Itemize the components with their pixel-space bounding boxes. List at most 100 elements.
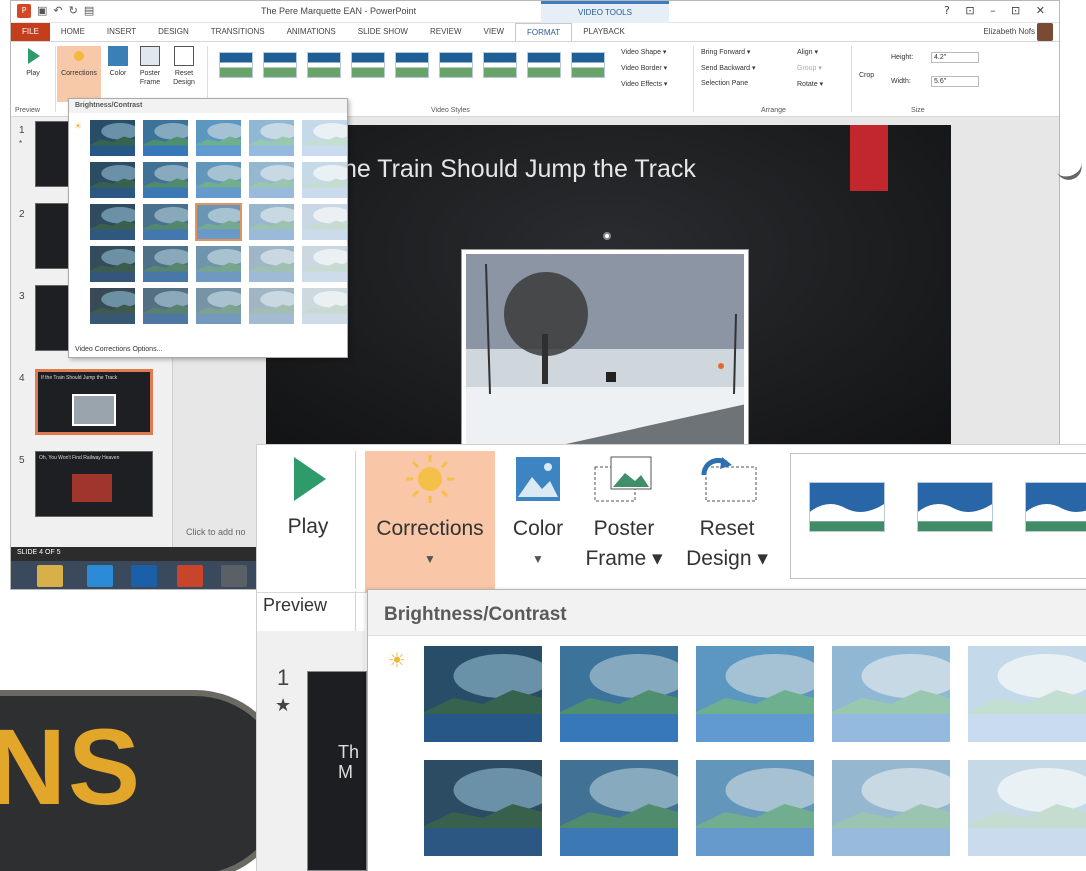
tab-review[interactable]: REVIEW xyxy=(419,23,473,41)
brightness-contrast-option[interactable] xyxy=(89,119,136,157)
zoom-brightness-contrast-option[interactable] xyxy=(560,646,678,742)
brightness-contrast-option[interactable] xyxy=(248,203,295,241)
zoom-reset-design-button[interactable]: Reset Design ▾ xyxy=(677,453,777,574)
brightness-contrast-option[interactable] xyxy=(142,119,189,157)
zoom-brightness-contrast-option[interactable] xyxy=(696,760,814,856)
zoom-corrections-button[interactable]: Corrections ▼ xyxy=(365,453,495,574)
brightness-contrast-option[interactable] xyxy=(248,245,295,283)
tab-view[interactable]: VIEW xyxy=(473,23,515,41)
corrections-button[interactable]: Corrections xyxy=(57,46,101,102)
brightness-contrast-option[interactable] xyxy=(89,203,136,241)
undo-icon[interactable]: ↶ xyxy=(53,4,62,18)
zoom-poster-frame-button[interactable]: Poster Frame ▾ xyxy=(579,453,669,574)
start-from-beginning-icon[interactable]: ▤ xyxy=(84,4,94,18)
zoom-brightness-contrast-option[interactable] xyxy=(560,760,678,856)
play-button[interactable]: Play xyxy=(15,46,51,78)
tab-format[interactable]: FORMAT xyxy=(515,23,573,41)
tab-insert[interactable]: INSERT xyxy=(96,23,147,41)
zoom-brightness-contrast-option[interactable] xyxy=(424,646,542,742)
zoom-video-style-1[interactable] xyxy=(809,482,885,532)
width-field[interactable]: 5.6" xyxy=(931,76,979,87)
zoom-brightness-contrast-option[interactable] xyxy=(696,646,814,742)
brightness-contrast-option[interactable] xyxy=(301,161,348,199)
brightness-contrast-option[interactable] xyxy=(195,245,242,283)
zoom-brightness-contrast-option[interactable] xyxy=(968,646,1086,742)
redo-icon[interactable]: ↻ xyxy=(69,4,78,18)
zoom-brightness-contrast-option[interactable] xyxy=(968,760,1086,856)
tab-animations[interactable]: ANIMATIONS xyxy=(276,23,347,41)
brightness-contrast-option[interactable] xyxy=(195,119,242,157)
poster-frame-button[interactable]: Poster Frame xyxy=(135,46,165,87)
brightness-contrast-option[interactable] xyxy=(142,203,189,241)
align-button[interactable]: Align ▾ xyxy=(797,48,818,56)
send-backward-button[interactable]: Send Backward ▾ xyxy=(701,64,756,72)
group-button[interactable]: Group ▾ xyxy=(797,64,822,72)
brightness-contrast-option[interactable] xyxy=(195,203,242,241)
tab-design[interactable]: DESIGN xyxy=(147,23,200,41)
brightness-contrast-option[interactable] xyxy=(195,287,242,325)
brightness-contrast-option[interactable] xyxy=(248,119,295,157)
internet-explorer-icon[interactable] xyxy=(87,565,113,587)
tab-playback[interactable]: PLAYBACK xyxy=(572,23,636,41)
zoom-brightness-contrast-option[interactable] xyxy=(832,646,950,742)
sun-icon xyxy=(69,46,89,66)
rotate-handle-icon[interactable] xyxy=(603,232,611,240)
zoom-brightness-contrast-option[interactable] xyxy=(832,760,950,856)
video-style-4[interactable] xyxy=(351,52,385,78)
video-shape-button[interactable]: Video Shape ▾ xyxy=(621,48,666,56)
brightness-contrast-option[interactable] xyxy=(301,287,348,325)
zoom-slide-thumbnail-1[interactable]: Th M xyxy=(307,671,367,871)
tab-transitions[interactable]: TRANSITIONS xyxy=(200,23,276,41)
height-field[interactable]: 4.2" xyxy=(931,52,979,63)
brightness-contrast-option[interactable] xyxy=(301,119,348,157)
zoom-brightness-contrast-option[interactable] xyxy=(424,760,542,856)
slide-title[interactable]: the Train Should Jump the Track xyxy=(336,155,696,184)
brightness-contrast-option[interactable] xyxy=(142,161,189,199)
brightness-contrast-option[interactable] xyxy=(142,245,189,283)
video-style-9[interactable] xyxy=(571,52,605,78)
brightness-contrast-option[interactable] xyxy=(195,161,242,199)
bring-forward-button[interactable]: Bring Forward ▾ xyxy=(701,48,750,56)
video-style-2[interactable] xyxy=(263,52,297,78)
rotate-button[interactable]: Rotate ▾ xyxy=(797,80,823,88)
outlook-icon[interactable] xyxy=(131,565,157,587)
video-style-7[interactable] xyxy=(483,52,517,78)
brightness-contrast-option[interactable] xyxy=(89,161,136,199)
brightness-contrast-option[interactable] xyxy=(89,245,136,283)
brightness-contrast-option[interactable] xyxy=(142,287,189,325)
zoom-video-style-3[interactable] xyxy=(1025,482,1086,532)
crop-button[interactable]: Crop xyxy=(859,72,874,79)
slide-thumbnail-5[interactable]: Oh, You Won't Find Railway Heaven xyxy=(35,451,153,517)
video-style-3[interactable] xyxy=(307,52,341,78)
slide-thumbnail-4[interactable]: If the Train Should Jump the Track xyxy=(35,369,153,435)
save-icon[interactable]: ▣ xyxy=(37,4,47,18)
video-effects-button[interactable]: Video Effects ▾ xyxy=(621,80,667,88)
brightness-contrast-option[interactable] xyxy=(89,287,136,325)
brightness-contrast-option[interactable] xyxy=(248,287,295,325)
tab-slide-show[interactable]: SLIDE SHOW xyxy=(347,23,419,41)
notes-placeholder[interactable]: Click to add no xyxy=(186,527,246,537)
selection-pane-button[interactable]: Selection Pane xyxy=(701,80,748,87)
zoom-play-button[interactable]: Play xyxy=(273,453,343,542)
video-style-5[interactable] xyxy=(395,52,429,78)
reset-design-button[interactable]: Reset Design xyxy=(167,46,201,87)
video-corrections-options-link[interactable]: Video Corrections Options... xyxy=(75,346,162,353)
tab-file[interactable]: FILE xyxy=(11,23,50,41)
zoom-video-style-2[interactable] xyxy=(917,482,993,532)
video-object[interactable] xyxy=(461,249,749,449)
brightness-contrast-option[interactable] xyxy=(301,203,348,241)
media-app-icon[interactable] xyxy=(221,565,247,587)
video-style-6[interactable] xyxy=(439,52,473,78)
powerpoint-taskbar-icon[interactable] xyxy=(177,565,203,587)
video-border-button[interactable]: Video Border ▾ xyxy=(621,64,667,72)
file-explorer-icon[interactable] xyxy=(37,565,63,587)
video-style-8[interactable] xyxy=(527,52,561,78)
zoom-color-button[interactable]: Color ▼ xyxy=(503,453,573,574)
slide-canvas[interactable]: the Train Should Jump the Track xyxy=(266,125,951,449)
brightness-contrast-option[interactable] xyxy=(301,245,348,283)
tab-home[interactable]: HOME xyxy=(50,23,96,41)
video-style-1[interactable] xyxy=(219,52,253,78)
color-button[interactable]: Color xyxy=(103,46,133,78)
brightness-contrast-option[interactable] xyxy=(248,161,295,199)
window-controls[interactable]: ? ⊡ – ⊡ ✕ xyxy=(944,4,1051,17)
